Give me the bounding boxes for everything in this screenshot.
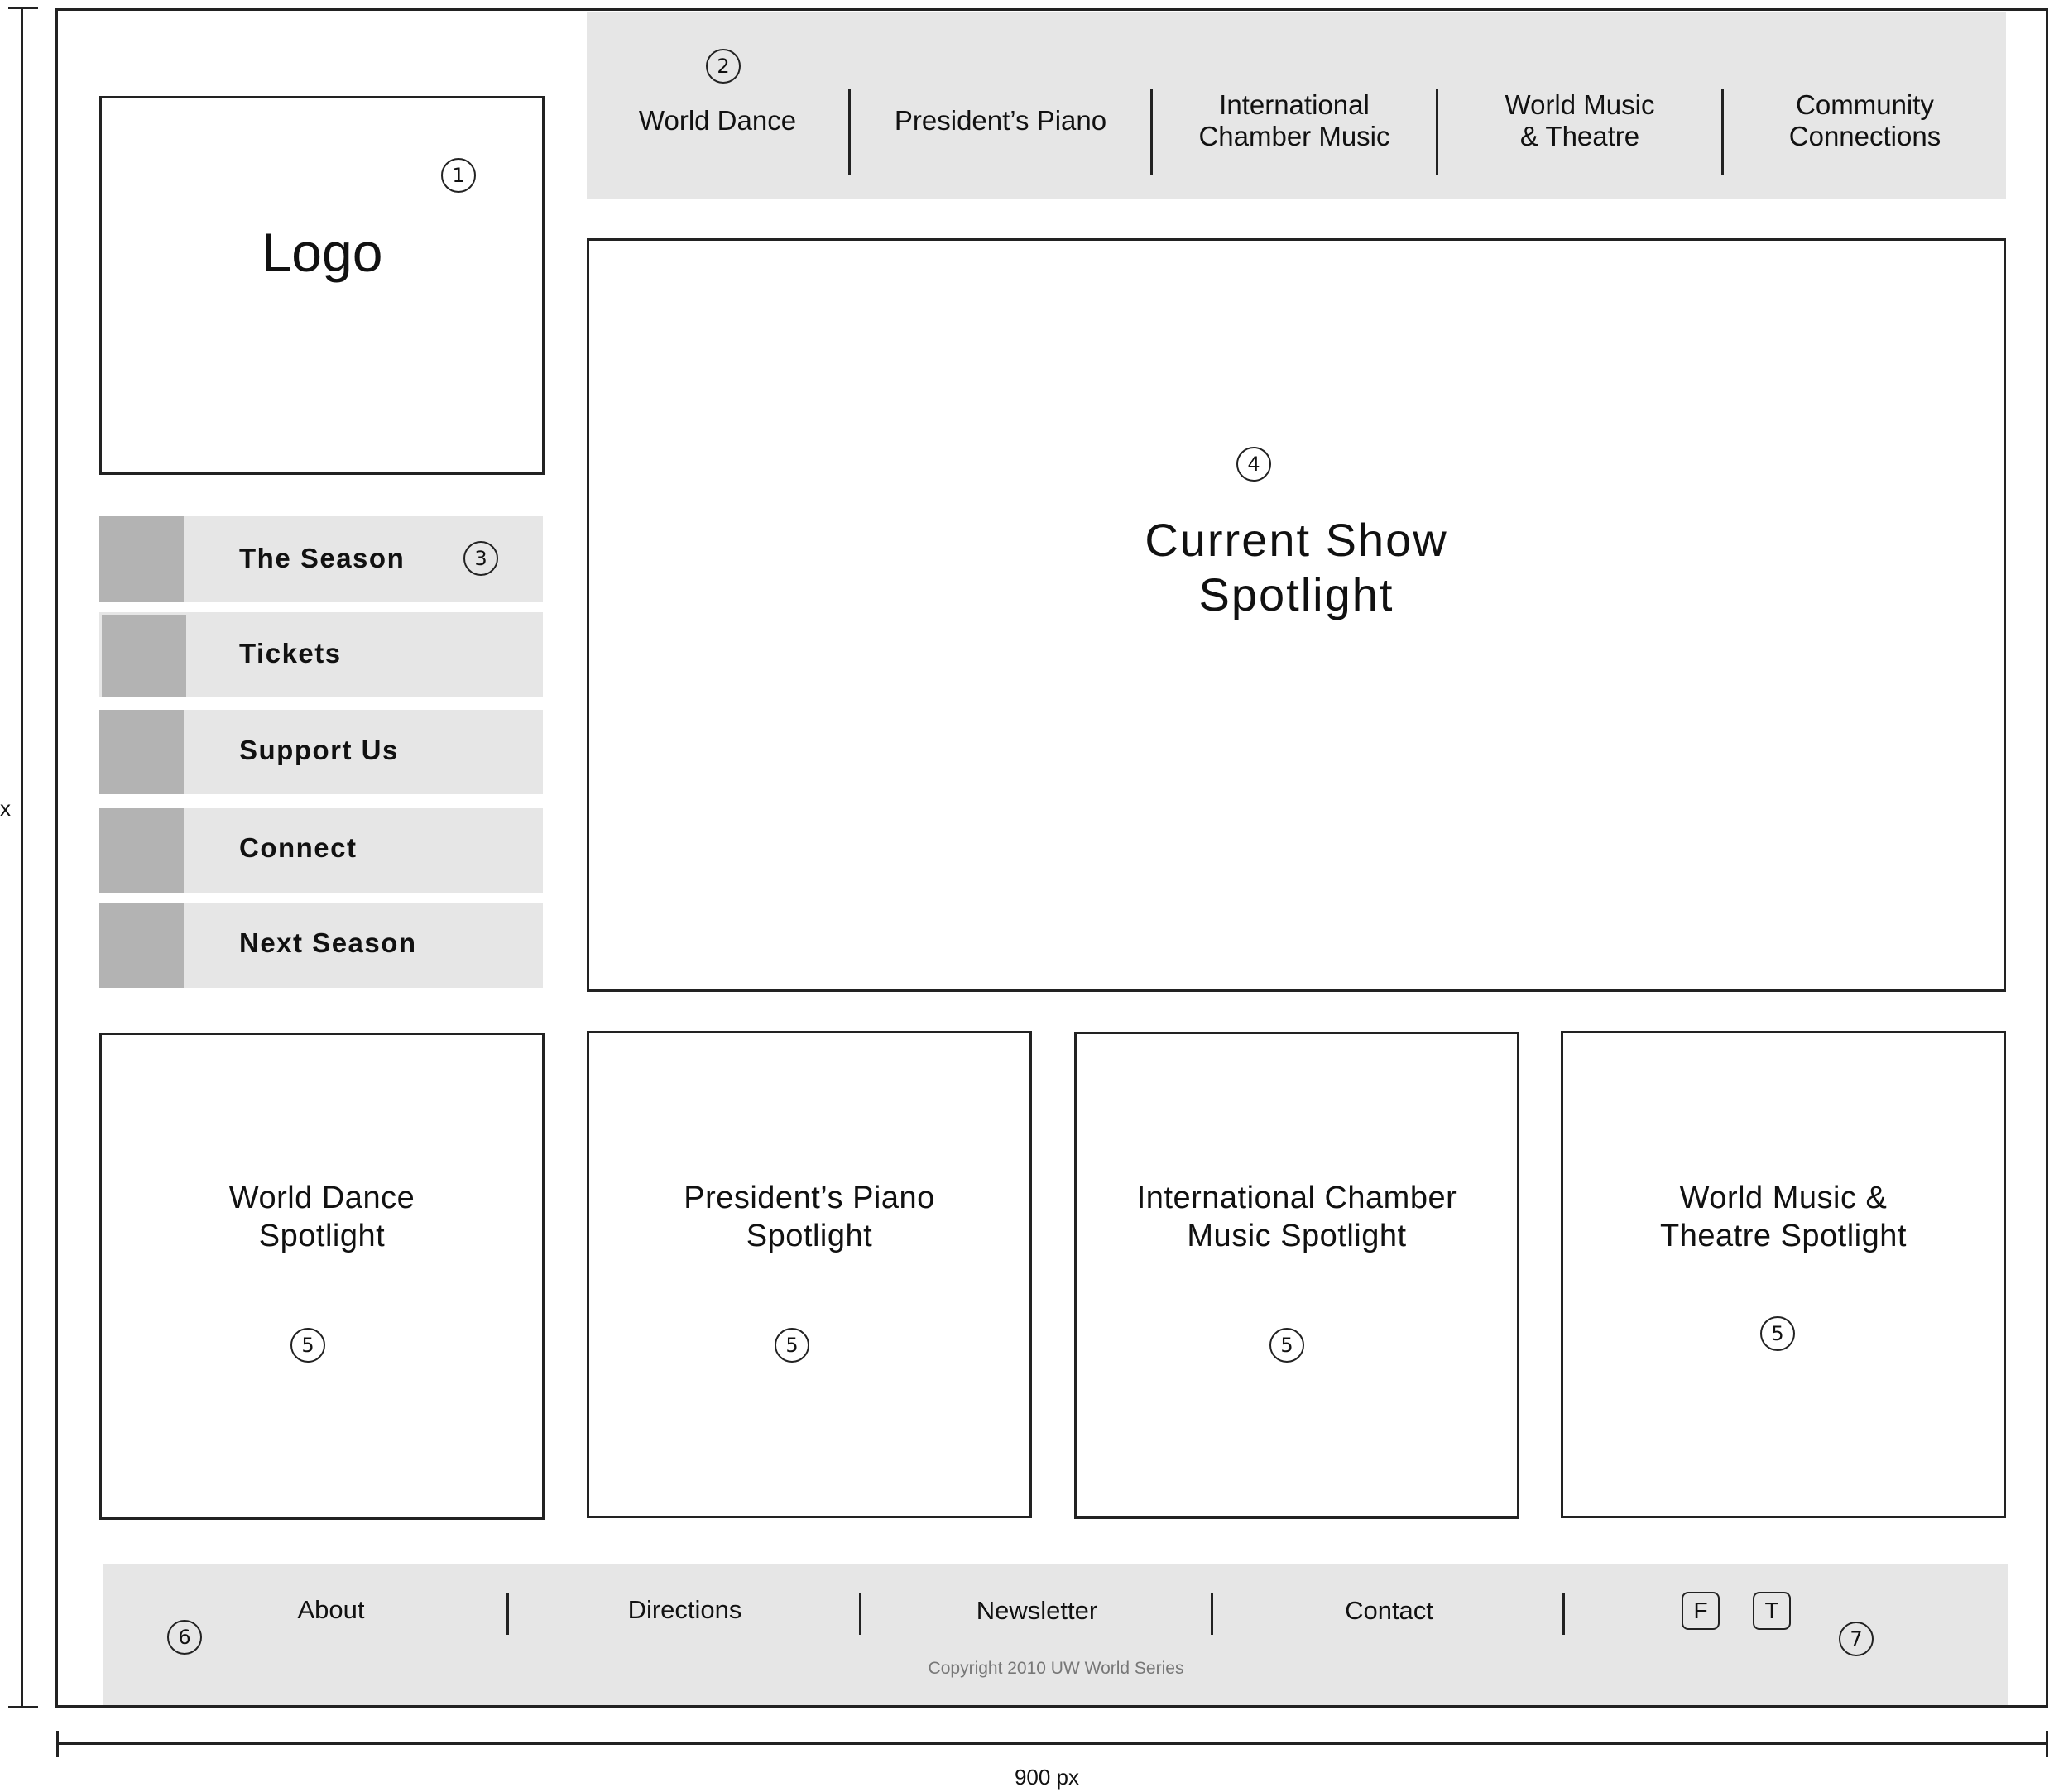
height-dimension-label: x [0,796,11,821]
side-nav-thumb [99,903,184,988]
marker-spotlight: 5 [775,1328,809,1363]
marker-top-nav: 2 [706,49,741,84]
spotlight-card-international-chamber-music[interactable]: International Chamber Music Spotlight [1074,1032,1519,1519]
footer-separator [1562,1593,1565,1635]
side-nav-label: Support Us [239,735,399,765]
top-nav-item-presidents-piano[interactable]: President’s Piano [851,88,1150,154]
facebook-icon[interactable]: F [1682,1592,1720,1630]
marker-spotlight: 5 [1269,1328,1304,1363]
width-dimension-right-tick [2046,1731,2048,1757]
spotlight-title: World Music & Theatre Spotlight [1660,1181,1907,1253]
top-nav: World Dance President’s Piano Internatio… [587,12,2006,199]
spotlight-title: World Dance Spotlight [228,1181,415,1253]
width-dimension-line [56,1742,2047,1745]
marker-hero: 4 [1236,447,1271,482]
side-nav-thumb [99,710,184,794]
hero-title: Current Show Spotlight [1145,514,1448,620]
marker-footer: 6 [167,1620,202,1655]
footer-link-about[interactable]: About [178,1592,484,1628]
logo-box[interactable]: Logo [99,96,545,475]
footer-link-directions[interactable]: Directions [509,1592,861,1628]
side-nav-item-next-season[interactable]: Next Season [99,903,543,988]
side-nav-item-support-us[interactable]: Support Us [99,710,543,794]
side-nav-thumb [102,615,186,697]
top-nav-item-international-chamber-music[interactable]: International Chamber Music [1153,88,1436,154]
footer-link-newsletter[interactable]: Newsletter [861,1592,1212,1630]
spotlight-title: President’s Piano Spotlight [684,1181,935,1253]
spotlight-card-presidents-piano[interactable]: President’s Piano Spotlight [587,1031,1032,1518]
side-nav-label: Next Season [239,927,417,958]
height-dimension-bottom-tick [8,1706,38,1708]
spotlight-title: International Chamber Music Spotlight [1136,1181,1457,1253]
top-nav-item-world-music-theatre[interactable]: World Music & Theatre [1438,88,1721,154]
marker-spotlight: 5 [1760,1316,1795,1351]
footer-link-contact[interactable]: Contact [1213,1592,1565,1630]
width-dimension-label: 900 px [1014,1764,1080,1790]
side-nav-item-connect[interactable]: Connect [99,808,543,893]
marker-spotlight: 5 [290,1328,325,1363]
side-nav-label: Tickets [239,638,342,668]
height-dimension-top-tick [8,7,38,9]
logo-label: Logo [261,222,383,283]
spotlight-card-world-music-theatre[interactable]: World Music & Theatre Spotlight [1561,1031,2006,1518]
top-nav-item-community-connections[interactable]: Community Connections [1724,88,2006,154]
side-nav-item-tickets[interactable]: Tickets [99,612,543,697]
side-nav-label: Connect [239,832,358,863]
spotlight-card-world-dance[interactable]: World Dance Spotlight [99,1033,545,1520]
top-nav-item-world-dance[interactable]: World Dance [587,88,848,154]
marker-logo: 1 [441,158,476,193]
hero-spotlight[interactable]: Current Show Spotlight [587,238,2006,992]
side-nav-label: The Season [239,543,406,573]
side-nav-thumb [99,808,184,893]
side-nav-thumb [99,516,184,602]
marker-side-nav: 3 [463,541,498,576]
twitter-icon[interactable]: T [1753,1592,1791,1630]
height-dimension-line [21,7,23,1707]
marker-social: 7 [1839,1622,1874,1656]
footer: About Directions Newsletter Contact F T … [103,1564,2008,1705]
footer-copyright: Copyright 2010 UW World Series [928,1659,1184,1678]
